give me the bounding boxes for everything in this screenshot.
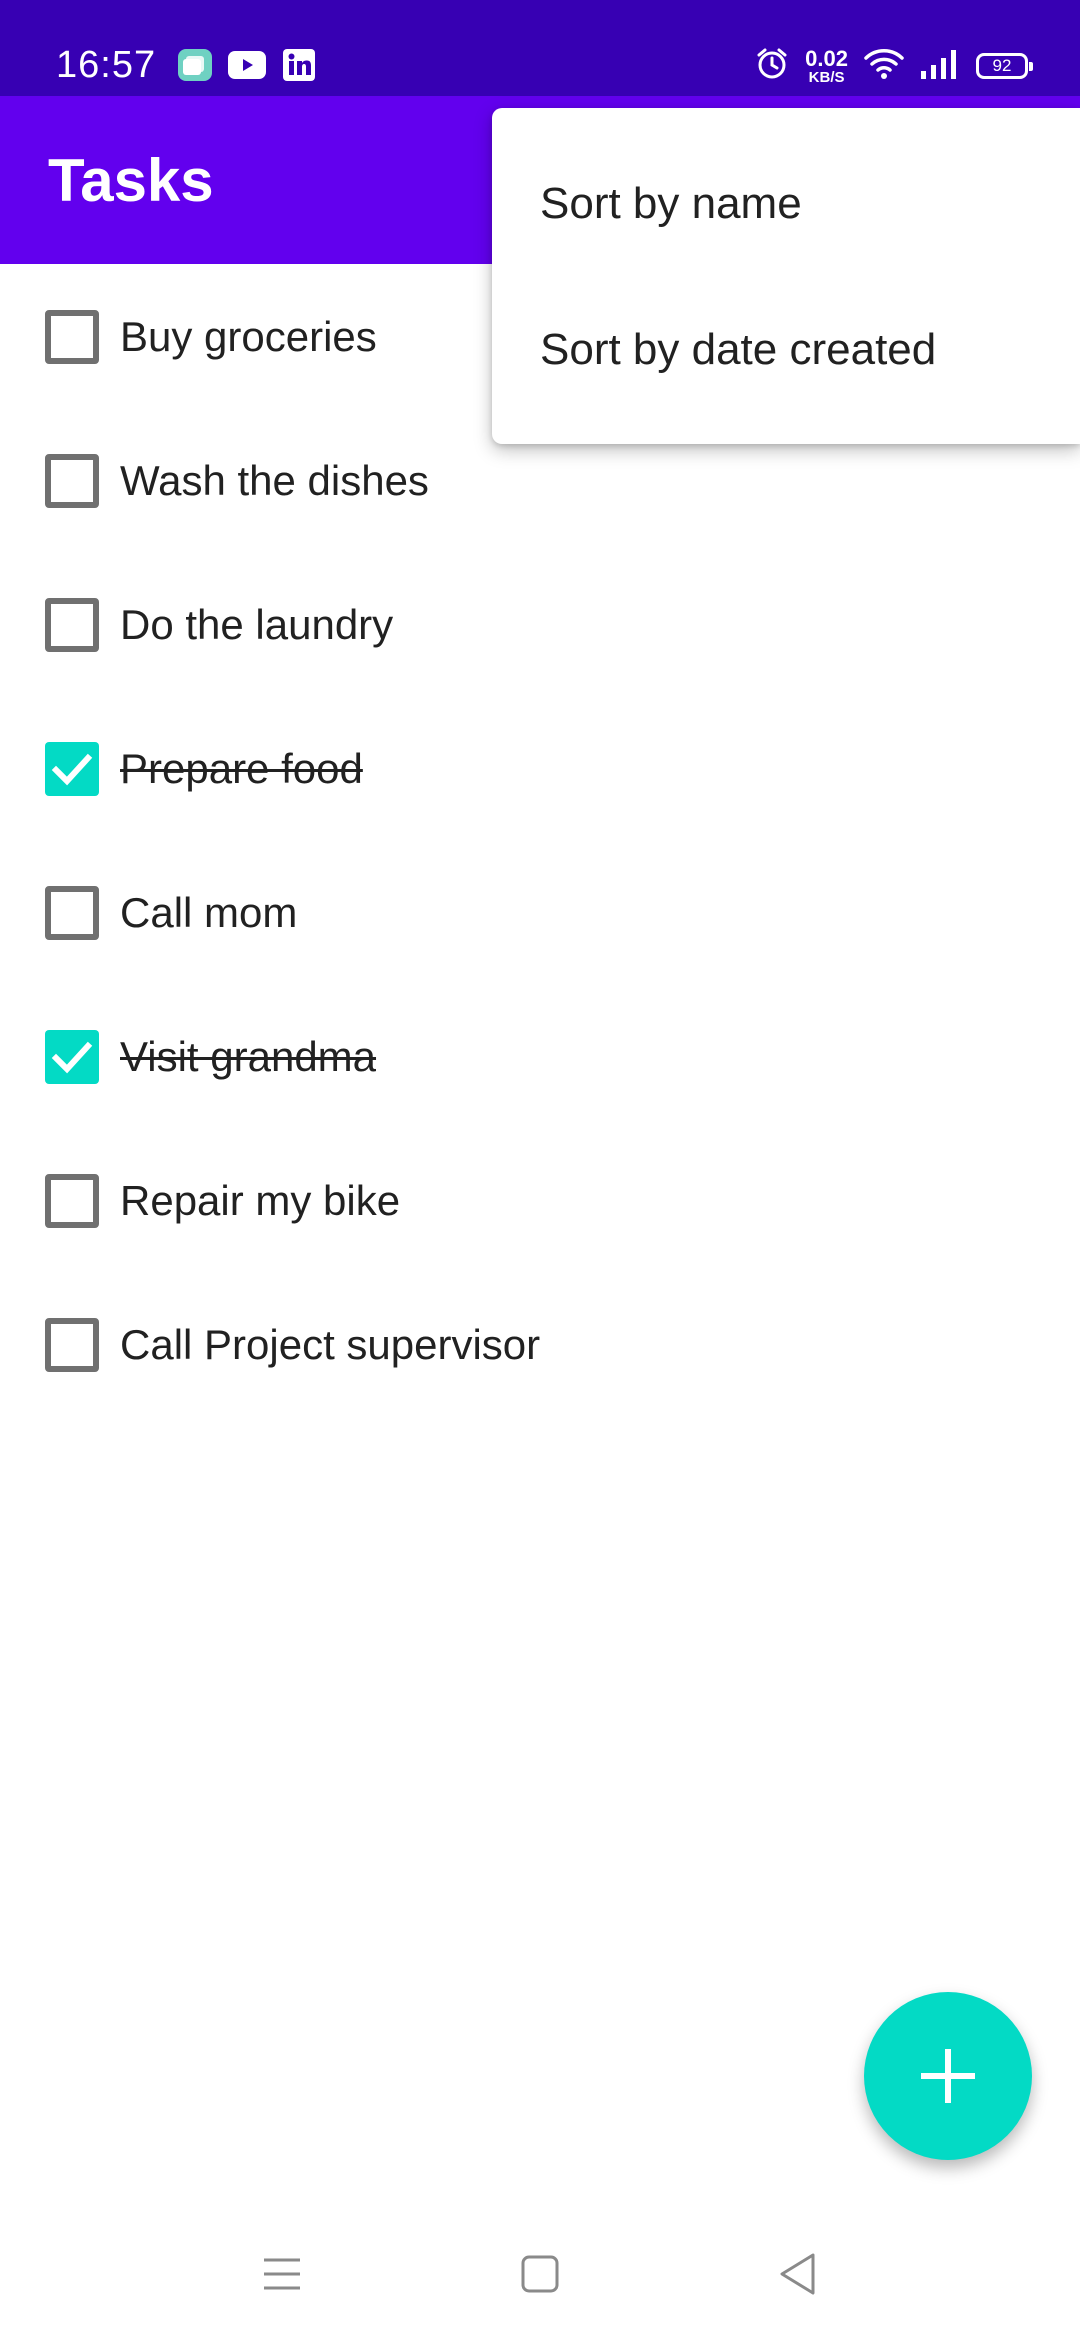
status-indicators: 0.02 KB/S 92 <box>755 44 1033 88</box>
status-time: 16:57 <box>56 44 157 86</box>
home-button[interactable] <box>508 2242 572 2306</box>
wifi-icon <box>864 48 904 85</box>
back-icon <box>780 2253 815 2295</box>
back-button[interactable] <box>766 2242 830 2306</box>
task-checkbox[interactable] <box>45 310 99 364</box>
menu-item-sort-by-name[interactable]: Sort by name <box>540 176 802 232</box>
add-task-button[interactable] <box>864 1992 1032 2160</box>
sort-menu: Sort by name Sort by date created <box>492 108 1080 444</box>
task-checkbox[interactable] <box>45 454 99 508</box>
task-label: Call Project supervisor <box>120 1321 541 1368</box>
task-item[interactable]: Call mom <box>0 840 1080 984</box>
task-item[interactable]: Do the laundry <box>0 552 1080 696</box>
messages-icon <box>176 48 214 82</box>
system-nav-bar <box>0 2208 1080 2340</box>
task-checkbox-checked[interactable] <box>45 1030 99 1084</box>
task-checkbox-checked[interactable] <box>45 742 99 796</box>
network-speed-unit: KB/S <box>808 68 845 86</box>
linkedin-icon <box>280 48 318 82</box>
task-item[interactable]: Visit grandma <box>0 984 1080 1128</box>
task-label: Repair my bike <box>120 1177 401 1224</box>
youtube-icon <box>228 48 266 82</box>
signal-icon <box>920 49 960 84</box>
task-checkbox[interactable] <box>45 886 99 940</box>
task-item[interactable]: Repair my bike <box>0 1128 1080 1272</box>
status-bar: 16:57 0.02 KB/S 92 <box>0 0 1080 96</box>
task-label: Do the laundry <box>120 601 394 648</box>
page-title: Tasks <box>48 147 214 214</box>
recent-apps-button[interactable] <box>250 2242 314 2306</box>
alarm-icon <box>755 47 789 86</box>
recent-apps-icon <box>264 2258 300 2290</box>
network-speed-value: 0.02 <box>805 45 848 71</box>
task-checkbox[interactable] <box>45 1174 99 1228</box>
plus-icon <box>921 2049 975 2103</box>
task-checkbox[interactable] <box>45 598 99 652</box>
task-item[interactable]: Prepare food <box>0 696 1080 840</box>
task-label: Wash the dishes <box>120 457 429 504</box>
menu-item-sort-by-date-created[interactable]: Sort by date created <box>540 322 936 378</box>
home-icon <box>521 2255 559 2293</box>
task-item[interactable]: Call Project supervisor <box>0 1272 1080 1416</box>
task-label: Buy groceries <box>120 313 377 360</box>
task-label: Visit grandma <box>120 1033 377 1080</box>
task-label: Prepare food <box>120 745 363 792</box>
network-speed: 0.02 KB/S <box>805 45 848 86</box>
task-checkbox[interactable] <box>45 1318 99 1372</box>
battery-icon: 92 <box>976 53 1033 79</box>
checkmark-icon <box>51 1041 93 1074</box>
checkmark-icon <box>51 753 93 786</box>
task-label: Call mom <box>120 889 298 936</box>
